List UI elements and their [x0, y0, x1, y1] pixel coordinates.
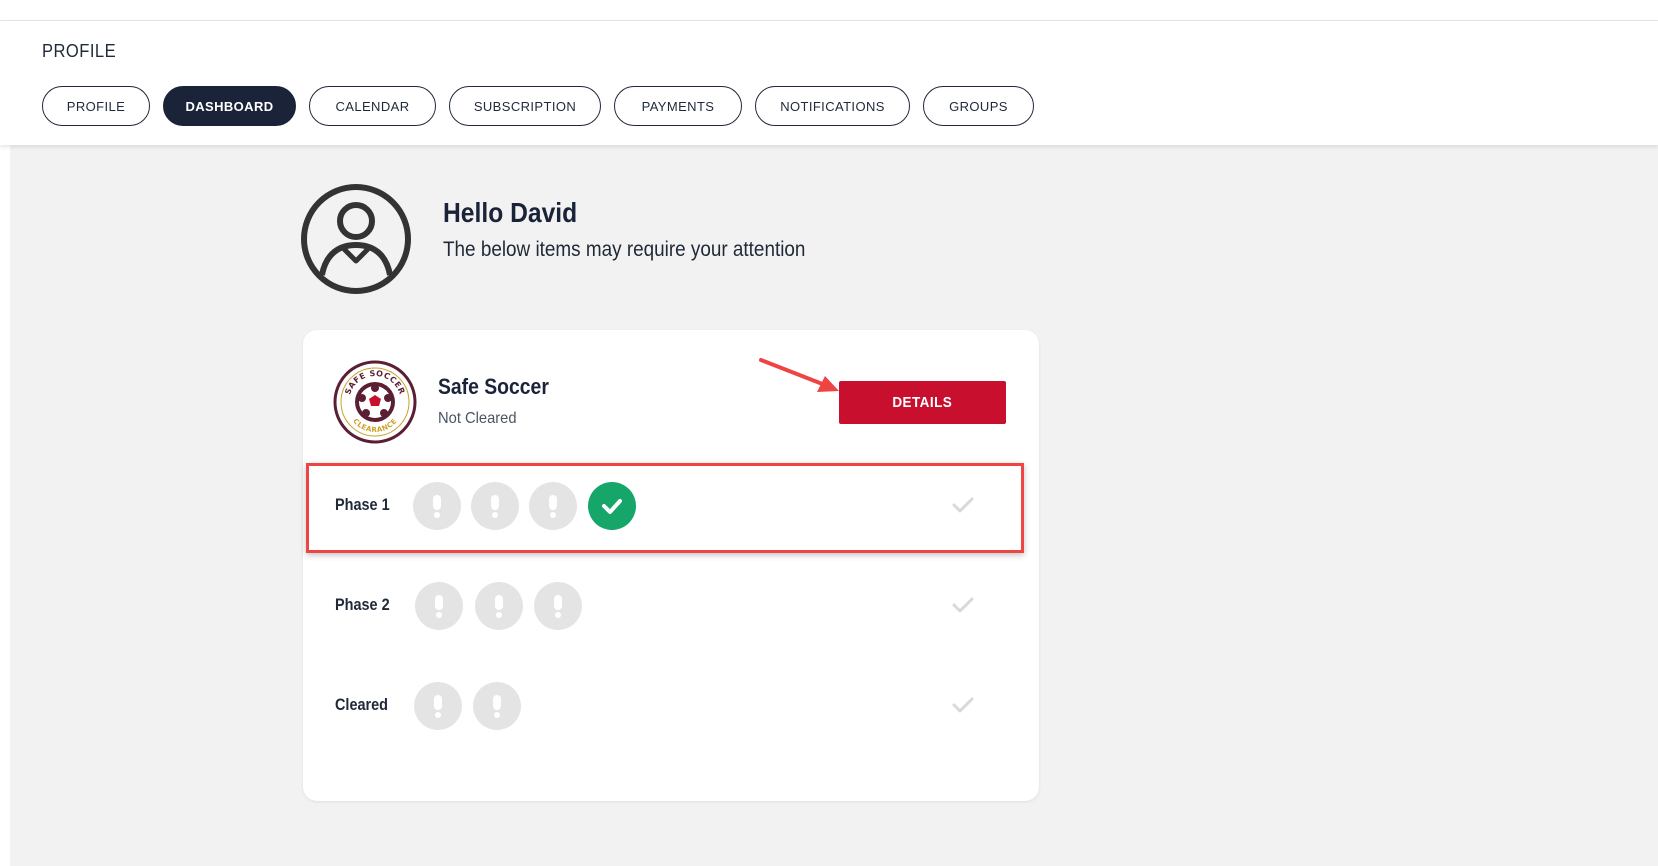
details-button-label: DETAILS	[892, 394, 953, 411]
exclamation-icon	[471, 482, 519, 530]
tab-groups[interactable]: GROUPS	[923, 86, 1034, 126]
profile-tabs: PROFILE DASHBOARD CALENDAR SUBSCRIPTION …	[42, 86, 1034, 126]
tab-payments[interactable]: PAYMENTS	[614, 86, 742, 126]
exclamation-icon	[473, 682, 521, 730]
clearance-status: Not Cleared	[438, 410, 517, 427]
user-circle-icon	[301, 184, 411, 294]
tab-notifications[interactable]: NOTIFICATIONS	[755, 86, 910, 126]
exclamation-icon	[534, 582, 582, 630]
phase-row-2: Phase 2	[303, 560, 1039, 650]
dashboard-main: Hello David The below items may require …	[10, 145, 1658, 866]
checkmark-icon	[952, 697, 974, 713]
tab-dashboard[interactable]: DASHBOARD	[163, 86, 296, 126]
exclamation-icon	[529, 482, 577, 530]
checkmark-icon	[952, 597, 974, 613]
phase-row-3: Cleared	[303, 660, 1039, 750]
exclamation-icon	[415, 582, 463, 630]
safe-soccer-logo: SAFE SOCCER CLEARANCE	[333, 360, 417, 444]
arrow-icon	[759, 358, 839, 392]
phase-row-1: Phase 1	[303, 460, 1039, 550]
clearance-card: SAFE SOCCER CLEARANCE Safe Soccer Not Cl…	[303, 330, 1039, 801]
exclamation-icon	[413, 482, 461, 530]
checkmark-icon	[952, 497, 974, 513]
profile-header: PROFILE PROFILE DASHBOARD CALENDAR SUBSC…	[0, 21, 1658, 145]
tab-calendar[interactable]: CALENDAR	[309, 86, 436, 126]
checkmark-icon	[588, 482, 636, 530]
details-button[interactable]: DETAILS	[839, 381, 1006, 424]
greeting-title: Hello David	[443, 197, 578, 228]
greeting-subtitle: The below items may require your attenti…	[443, 238, 806, 261]
exclamation-icon	[414, 682, 462, 730]
tab-profile[interactable]: PROFILE	[42, 86, 150, 126]
tab-subscription[interactable]: SUBSCRIPTION	[449, 86, 601, 126]
card-title: Safe Soccer	[438, 374, 549, 399]
exclamation-icon	[475, 582, 523, 630]
page-title: PROFILE	[42, 41, 117, 61]
top-band	[0, 0, 1658, 21]
